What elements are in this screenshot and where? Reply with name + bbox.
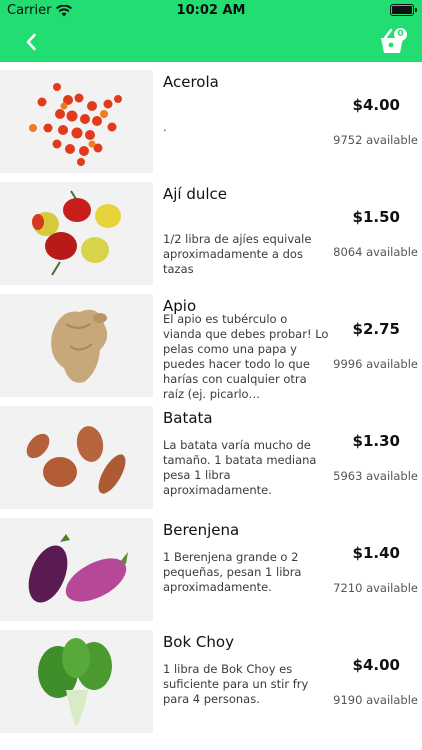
battery-icon xyxy=(390,4,417,16)
chevron-left-icon xyxy=(26,33,36,51)
product-image-aji-dulce xyxy=(0,182,153,285)
bok-choy-photo xyxy=(0,630,153,733)
product-image-bok-choy xyxy=(0,630,153,733)
product-price: $4.00 xyxy=(352,96,400,114)
product-price: $1.50 xyxy=(352,208,400,226)
product-description: 1 libra de Bok Choy es suficiente para u… xyxy=(163,662,309,706)
product-image-berenjena xyxy=(0,518,153,621)
product-name: Acerola xyxy=(163,73,219,91)
batata-photo xyxy=(0,406,153,509)
product-availability: 9190 available xyxy=(333,693,418,707)
product-image-acerola xyxy=(0,70,153,173)
product-list: Acerola . $4.00 9752 available Ají dulce… xyxy=(0,62,422,734)
product-description: 1/2 libra de ajíes equivale aproximadame… xyxy=(163,232,312,276)
product-description: El apio es tubérculo o vianda que debes … xyxy=(163,312,329,401)
product-description: . xyxy=(163,120,167,134)
product-availability: 8064 available xyxy=(333,245,418,259)
acerola-photo xyxy=(0,70,153,173)
product-price: $4.00 xyxy=(352,656,400,674)
cart-count-badge: 0 xyxy=(394,28,407,41)
product-name: Bok Choy xyxy=(163,633,234,651)
top-navigation-bar: 0 xyxy=(0,22,422,62)
product-name: Berenjena xyxy=(163,521,240,539)
apio-photo xyxy=(0,294,153,397)
product-description: 1 Berenjena grande o 2 pequeñas, pesan 1… xyxy=(163,550,302,594)
product-row-batata[interactable]: Batata La batata varía mucho de tamaño. … xyxy=(0,398,422,510)
aji-dulce-photo xyxy=(0,182,153,285)
product-row-apio[interactable]: Apio El apio es tubérculo o vianda que d… xyxy=(0,286,422,401)
product-availability: 5963 available xyxy=(333,469,418,483)
product-name: Ají dulce xyxy=(163,185,228,203)
product-row-bok-choy[interactable]: Bok Choy 1 libra de Bok Choy es suficien… xyxy=(0,622,422,734)
product-availability: 9996 available xyxy=(333,357,418,371)
product-description: La batata varía mucho de tamaño. 1 batat… xyxy=(163,438,317,497)
back-button[interactable] xyxy=(20,30,44,54)
product-row-aji-dulce[interactable]: Ají dulce 1/2 libra de ajíes equivale ap… xyxy=(0,174,422,286)
product-availability: 9752 available xyxy=(333,133,418,147)
product-image-apio xyxy=(0,294,153,397)
clock: 10:02 AM xyxy=(176,3,246,18)
cart-button[interactable]: 0 xyxy=(376,26,408,56)
berenjena-photo xyxy=(0,518,153,621)
product-price: $2.75 xyxy=(352,320,400,338)
product-row-acerola[interactable]: Acerola . $4.00 9752 available xyxy=(0,62,422,174)
product-image-batata xyxy=(0,406,153,509)
product-name: Batata xyxy=(163,409,213,427)
product-price: $1.40 xyxy=(352,544,400,562)
product-availability: 7210 available xyxy=(333,581,418,595)
product-price: $1.30 xyxy=(352,432,400,450)
product-row-berenjena[interactable]: Berenjena 1 Berenjena grande o 2 pequeña… xyxy=(0,510,422,622)
status-bar: Carrier 10:02 AM xyxy=(0,0,422,22)
